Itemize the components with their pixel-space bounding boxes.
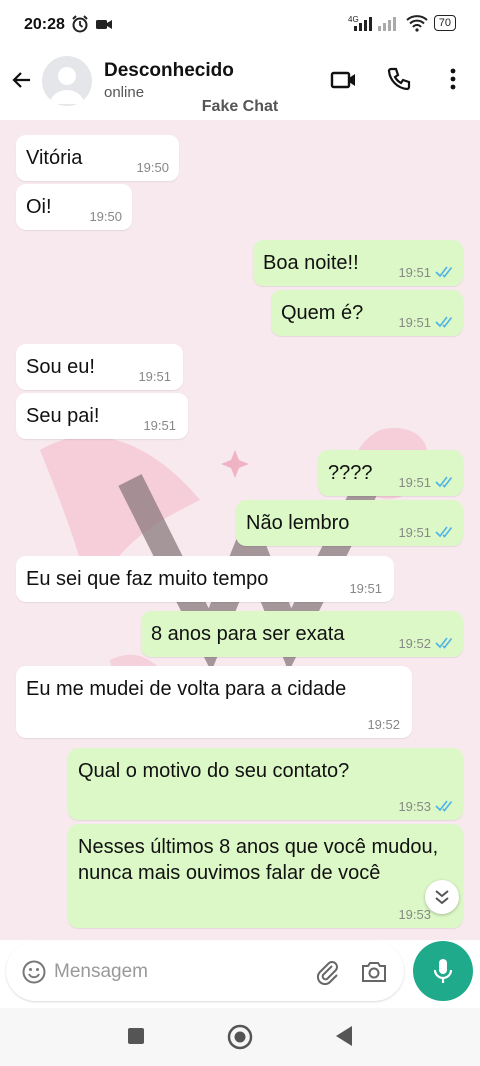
message-text: Quem é? xyxy=(281,302,364,324)
nav-back-icon[interactable] xyxy=(334,1025,354,1047)
fake-chat-watermark: Fake Chat xyxy=(201,98,279,115)
video-call-button[interactable] xyxy=(330,66,358,99)
message-text: Sou eu! xyxy=(26,356,95,378)
message-time: 19:51 xyxy=(398,265,431,280)
video-record-icon xyxy=(96,20,113,29)
alarm-icon xyxy=(72,15,88,33)
double-chevron-down-icon xyxy=(435,890,449,905)
message-incoming[interactable]: Seu pai! 19:51 xyxy=(16,393,188,439)
message-outgoing[interactable]: Nesses últimos 8 anos que você mudou, nu… xyxy=(68,824,463,928)
message-time: 19:52 xyxy=(398,636,431,651)
message-text: 8 anos para ser exata xyxy=(151,623,345,645)
message-time: 19:51 xyxy=(398,525,431,540)
voice-call-button[interactable] xyxy=(386,66,412,97)
video-call-icon xyxy=(330,71,355,89)
message-time: 19:53 xyxy=(398,799,431,814)
status-left-icons xyxy=(70,14,114,39)
message-text: Boa noite!! xyxy=(263,252,359,274)
status-bar: 20:28 4G 70 xyxy=(0,0,480,50)
message-outgoing[interactable]: Não lembro 19:51 xyxy=(236,500,463,546)
message-time: 19:51 xyxy=(349,581,382,596)
message-text: Vitória xyxy=(26,147,83,169)
signal-icon: 4G xyxy=(348,15,396,31)
back-button[interactable] xyxy=(10,68,34,97)
message-text: ???? xyxy=(328,462,373,484)
camera-icon[interactable] xyxy=(360,959,388,985)
more-options-button[interactable] xyxy=(440,66,466,97)
scroll-to-bottom-button[interactable] xyxy=(425,880,459,914)
message-time: 19:51 xyxy=(398,315,431,330)
message-text: Eu sei que faz muito tempo xyxy=(26,568,269,590)
read-ticks-icon xyxy=(435,800,453,812)
read-ticks-icon xyxy=(435,526,453,538)
read-ticks-icon xyxy=(435,316,453,328)
message-incoming[interactable]: Oi! 19:50 xyxy=(16,184,132,230)
message-placeholder: Mensagem xyxy=(54,961,148,982)
contact-name[interactable]: Desconhecido xyxy=(104,60,234,82)
message-text: Eu me mudei de volta para a cidade xyxy=(26,678,347,700)
chat-area[interactable]: Vitória 19:50 Oi! 19:50 Boa noite!! 19:5… xyxy=(0,120,480,940)
message-text: Qual o motivo do seu contato? xyxy=(78,760,350,782)
message-incoming[interactable]: Sou eu! 19:51 xyxy=(16,344,183,390)
message-time: 19:50 xyxy=(89,209,122,224)
message-text: Nesses últimos 8 anos que você mudou, nu… xyxy=(78,836,439,884)
message-incoming[interactable]: Eu sei que faz muito tempo 19:51 xyxy=(16,556,394,602)
message-text: Não lembro xyxy=(246,512,350,534)
status-time: 20:28 xyxy=(24,16,65,33)
read-ticks-icon xyxy=(435,266,453,278)
message-time: 19:50 xyxy=(136,160,169,175)
battery-indicator: 70 xyxy=(433,15,456,31)
read-ticks-icon xyxy=(435,637,453,649)
status-right-icons: 4G 70 xyxy=(348,14,456,32)
message-time: 19:51 xyxy=(398,475,431,490)
read-ticks-icon xyxy=(435,476,453,488)
system-nav-bar xyxy=(0,1008,480,1066)
message-outgoing[interactable]: Qual o motivo do seu contato? 19:53 xyxy=(68,748,463,820)
message-outgoing[interactable]: Boa noite!! 19:51 xyxy=(253,240,463,286)
message-time: 19:51 xyxy=(143,418,176,433)
back-arrow-icon xyxy=(12,72,30,88)
message-incoming[interactable]: Vitória 19:50 xyxy=(16,135,179,181)
nav-circle-icon[interactable] xyxy=(227,1024,253,1050)
more-vert-icon xyxy=(450,68,456,90)
message-text: Oi! xyxy=(26,196,52,218)
message-outgoing[interactable]: Quem é? 19:51 xyxy=(271,290,463,336)
attach-icon[interactable] xyxy=(314,959,340,985)
message-time: 19:52 xyxy=(367,717,400,732)
composer-bar: Mensagem xyxy=(0,940,480,1008)
message-outgoing[interactable]: 8 anos para ser exata 19:52 xyxy=(141,611,463,657)
nav-square-icon[interactable] xyxy=(127,1027,145,1045)
svg-text:4G: 4G xyxy=(348,15,359,24)
wifi-icon xyxy=(406,15,428,32)
voice-message-button[interactable] xyxy=(413,941,473,1001)
message-incoming[interactable]: Eu me mudei de volta para a cidade 19:52 xyxy=(16,666,412,738)
message-text: Seu pai! xyxy=(26,405,100,427)
mic-icon xyxy=(433,959,453,983)
emoji-icon[interactable] xyxy=(21,959,47,985)
message-input[interactable]: Mensagem xyxy=(6,941,404,1001)
message-time: 19:51 xyxy=(138,369,171,384)
message-outgoing[interactable]: ???? 19:51 xyxy=(318,450,463,496)
phone-icon xyxy=(387,67,411,91)
